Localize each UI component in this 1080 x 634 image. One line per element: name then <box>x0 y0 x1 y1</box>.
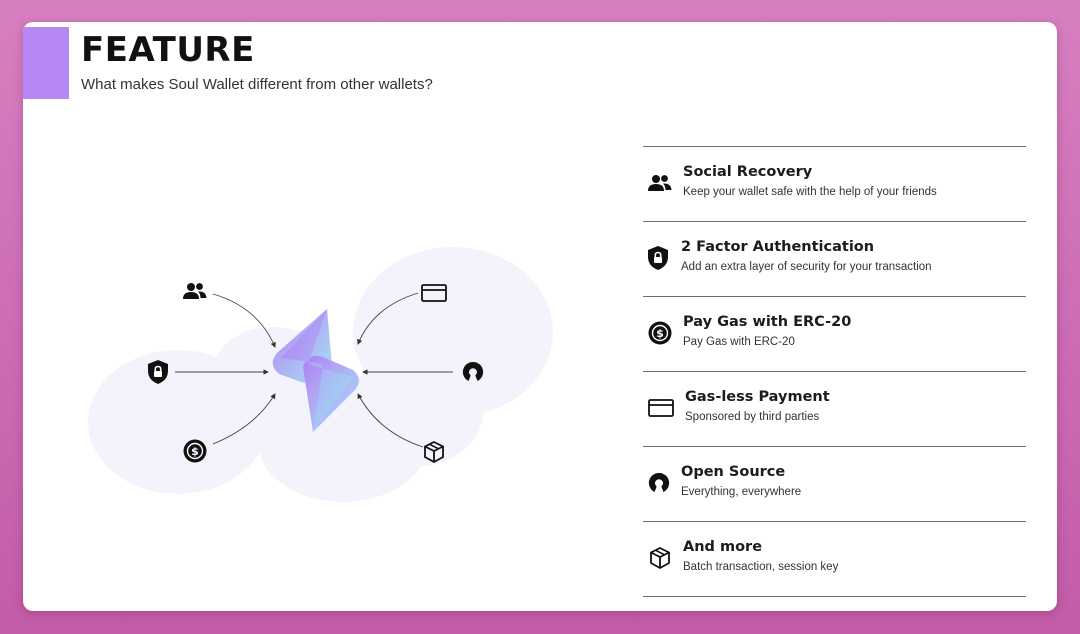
feature-title: And more <box>683 539 763 555</box>
feature-description: Batch transaction, session key <box>683 561 839 573</box>
feature-description: Sponsored by third parties <box>685 411 820 423</box>
shield-lock-icon <box>144 358 172 386</box>
card-icon <box>648 395 674 421</box>
feature-title: Open Source <box>681 464 786 480</box>
svg-text:$: $ <box>656 327 664 340</box>
feature-title: Pay Gas with ERC-20 <box>683 314 852 330</box>
feature-item-and-more: And more Batch transaction, session key <box>643 522 1026 596</box>
feature-item-gasless: Gas-less Payment Sponsored by third part… <box>643 372 1026 446</box>
feature-title: 2 Factor Authentication <box>681 239 875 255</box>
diagram-background <box>88 247 553 502</box>
dollar-coin-icon: $ <box>181 437 209 465</box>
open-source-icon <box>459 358 487 386</box>
dollar-coin-icon: $ <box>647 320 673 346</box>
shield-lock-icon <box>645 245 671 271</box>
feature-description: Add an extra layer of security for your … <box>681 261 932 273</box>
feature-description: Pay Gas with ERC-20 <box>683 336 795 348</box>
feature-item-social-recovery: Social Recovery Keep your wallet safe wi… <box>643 147 1026 221</box>
feature-item-pay-gas: $ Pay Gas with ERC-20 Pay Gas with ERC-2… <box>643 297 1026 371</box>
feature-title: Social Recovery <box>683 164 813 180</box>
feature-item-2fa: 2 Factor Authentication Add an extra lay… <box>643 222 1026 296</box>
users-icon <box>647 170 673 196</box>
slide-card: FEATURE What makes Soul Wallet different… <box>23 22 1057 611</box>
box-icon <box>420 438 448 466</box>
box-icon <box>647 545 673 571</box>
feature-title: Gas-less Payment <box>685 389 830 405</box>
users-icon <box>181 277 209 305</box>
feature-diagram: $ <box>23 22 583 611</box>
feature-list: Social Recovery Keep your wallet safe wi… <box>643 146 1026 597</box>
card-icon <box>420 279 448 307</box>
feature-item-open-source: Open Source Everything, everywhere <box>643 447 1026 521</box>
svg-text:$: $ <box>191 445 199 458</box>
feature-description: Everything, everywhere <box>681 486 802 498</box>
divider <box>643 596 1026 597</box>
feature-description: Keep your wallet safe with the help of y… <box>683 186 937 198</box>
open-source-icon <box>646 470 672 496</box>
